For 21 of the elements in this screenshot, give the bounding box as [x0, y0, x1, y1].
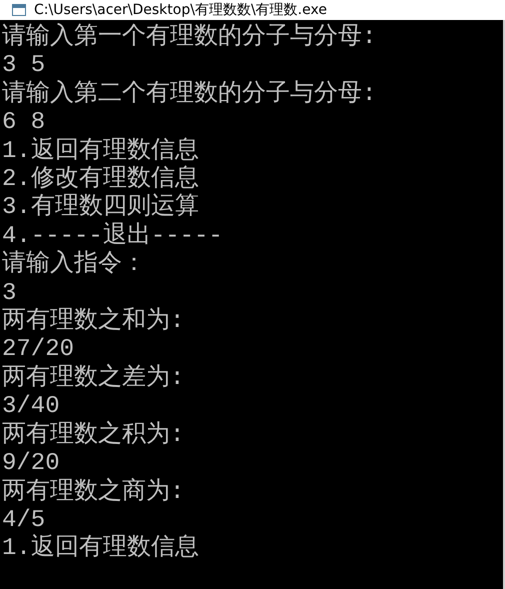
console-window-icon: [12, 4, 26, 16]
console-line: 4.-----退出-----: [2, 222, 223, 250]
console-line: 请输入第一个有理数的分子与分母:: [2, 24, 376, 52]
console-line: 请输入指令：: [2, 251, 146, 280]
console-line: 6 8: [2, 109, 46, 137]
console-line: 1.返回有理数信息: [2, 535, 199, 564]
console-line: 请输入第二个有理数的分子与分母:: [2, 80, 376, 110]
console-line: 4/5: [2, 506, 46, 534]
console-line: 两有理数之商为:: [2, 478, 184, 507]
console-line: 2.修改有理数信息: [2, 166, 199, 194]
console-line: 9/20: [2, 450, 60, 478]
console-line: 两有理数之差为:: [2, 364, 184, 394]
console-line: 3/40: [2, 393, 60, 422]
console-line: 27/20: [2, 336, 74, 364]
console-line: 两有理数之积为:: [2, 422, 184, 450]
console-line: 1.返回有理数信息: [2, 138, 199, 165]
console-line: 3 5: [2, 52, 46, 80]
window-title: C:\Users\acer\Desktop\有理数数\有理数.exe: [34, 2, 327, 18]
console-line: 3: [2, 280, 16, 308]
console-line: 3.有理数四则运算: [2, 194, 199, 222]
console-line: 两有理数之和为:: [2, 308, 184, 336]
